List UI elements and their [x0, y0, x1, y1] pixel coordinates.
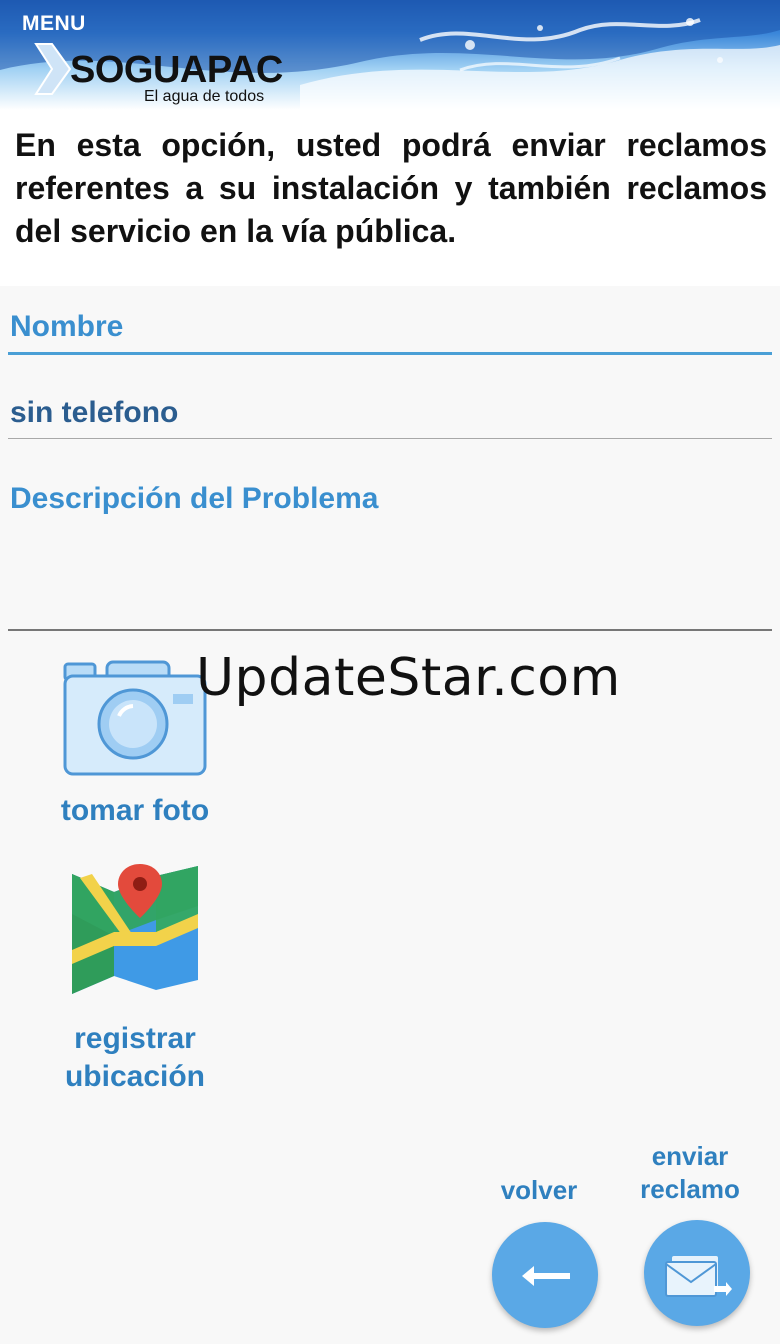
telefono-input[interactable]: sin telefono [8, 390, 772, 444]
telefono-underline [8, 438, 772, 439]
nombre-underline [8, 352, 772, 355]
logo-tagline: El agua de todos [144, 88, 265, 105]
claim-screen: MENU SOGUAPAC El agua de todos En esta o… [0, 0, 780, 1344]
tomar-foto-label: tomar foto [60, 794, 210, 827]
intro-text: En esta opción, usted podrá enviar recla… [15, 127, 767, 249]
registrar-ubicacion-button[interactable]: registrar ubicación [40, 862, 230, 1096]
volver-button[interactable] [492, 1222, 598, 1328]
app-header: MENU SOGUAPAC El agua de todos [0, 0, 780, 112]
descripcion-placeholder: Descripción del Problema [10, 482, 379, 515]
chevron-right-icon[interactable] [32, 40, 72, 98]
watermark-text: UpdateStar.com [196, 648, 621, 708]
registrar-ubicacion-label: registrar ubicación [64, 1022, 206, 1093]
nombre-input[interactable]: Nombre [8, 300, 772, 360]
descripcion-textarea[interactable]: Descripción del Problema [8, 476, 772, 636]
logo-text: SOGUAPAC [70, 49, 283, 91]
descripcion-underline [8, 629, 772, 631]
soguapac-logo: SOGUAPAC El agua de todos [70, 48, 290, 106]
nombre-placeholder: Nombre [10, 310, 124, 343]
telefono-value: sin telefono [10, 396, 179, 429]
mail-send-icon [665, 1256, 732, 1297]
menu-button[interactable]: MENU [22, 12, 86, 36]
volver-label: volver [500, 1175, 578, 1205]
map-pin-icon [72, 864, 198, 994]
arrow-left-icon [522, 1266, 570, 1286]
tomar-foto-button[interactable]: tomar foto [40, 660, 230, 830]
enviar-reclamo-label: enviar reclamo [640, 1141, 740, 1204]
camera-icon [63, 660, 207, 776]
enviar-reclamo-button[interactable] [644, 1220, 750, 1326]
